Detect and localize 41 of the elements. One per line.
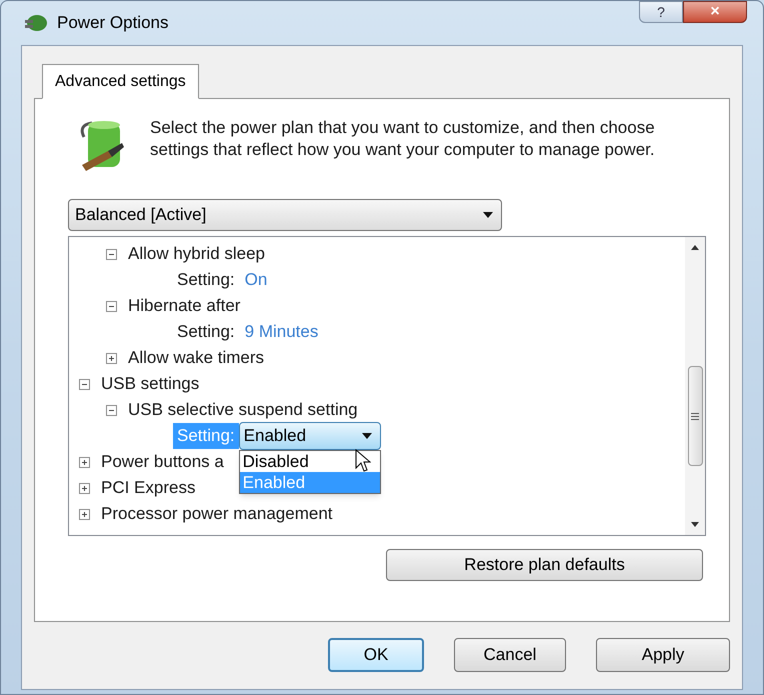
collapse-icon[interactable] bbox=[106, 300, 117, 312]
tree-item-label[interactable]: USB selective suspend setting bbox=[128, 397, 358, 423]
tree-item-label[interactable]: Processor power management bbox=[101, 501, 333, 527]
scroll-up-icon[interactable] bbox=[691, 245, 699, 250]
caret-icon bbox=[362, 433, 372, 439]
setting-value[interactable]: 9 Minutes bbox=[244, 319, 318, 345]
tree-item-label[interactable]: PCI Express bbox=[101, 475, 196, 501]
expand-icon[interactable] bbox=[106, 352, 117, 364]
tab[interactable]: Advanced settings bbox=[42, 64, 199, 99]
expand-icon[interactable] bbox=[79, 508, 90, 520]
grip-icon bbox=[691, 412, 699, 420]
restore-defaults-button[interactable]: Restore plan defaults bbox=[386, 549, 703, 581]
collapse-icon[interactable] bbox=[106, 248, 117, 260]
expand-icon[interactable] bbox=[79, 456, 90, 468]
tree-item-label[interactable]: Allow hybrid sleep bbox=[128, 241, 266, 267]
scroll-down-icon[interactable] bbox=[691, 522, 699, 527]
plan-dropdown-value: Balanced [Active] bbox=[75, 204, 206, 226]
tree-item-label[interactable]: USB settings bbox=[101, 371, 200, 397]
help-button[interactable]: ? bbox=[639, 1, 683, 23]
setting-dropdown[interactable]: Enabled bbox=[238, 422, 381, 450]
dialog-button[interactable]: OK bbox=[328, 638, 424, 672]
expand-icon[interactable] bbox=[79, 482, 90, 494]
window-title: Power Options bbox=[57, 12, 168, 34]
collapse-icon[interactable] bbox=[79, 378, 90, 390]
plan-dropdown[interactable]: Balanced [Active] bbox=[68, 199, 502, 231]
dropdown-option[interactable]: Disabled bbox=[240, 451, 380, 472]
plug-icon bbox=[23, 12, 49, 34]
scroll-thumb[interactable] bbox=[688, 366, 702, 466]
dialog-button[interactable]: Cancel bbox=[454, 638, 566, 672]
setting-label[interactable]: Setting: bbox=[173, 319, 239, 345]
tree-item-label[interactable]: Hibernate after bbox=[128, 293, 240, 319]
setting-dropdown-value: Enabled bbox=[244, 425, 306, 448]
caret-icon bbox=[483, 212, 493, 218]
tree-item-label[interactable]: Allow wake timers bbox=[128, 345, 264, 371]
scrollbar[interactable] bbox=[685, 237, 705, 535]
collapse-icon[interactable] bbox=[106, 404, 117, 416]
setting-value[interactable]: On bbox=[244, 267, 268, 293]
dialog-button[interactable]: Apply bbox=[596, 638, 730, 672]
intro-text: Select the power plan that you want to customize, and then choose settings that reflect how you want your computer to manage power. bbox=[150, 117, 656, 161]
tree-item-label[interactable]: Power buttons a bbox=[101, 449, 224, 475]
setting-label[interactable]: Setting: bbox=[173, 267, 239, 293]
